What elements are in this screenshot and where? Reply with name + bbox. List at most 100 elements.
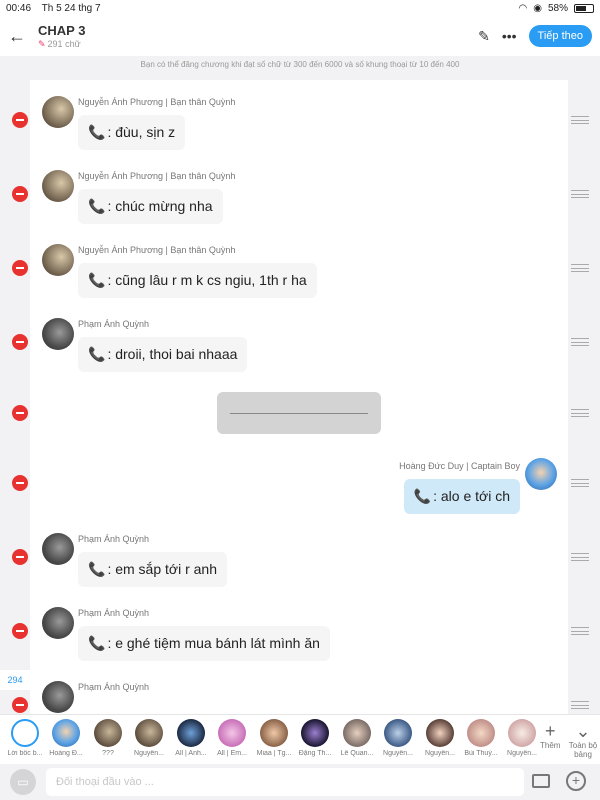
notice-text: Bạn có thể đăng chương khi đạt số chữ từ… xyxy=(140,60,460,69)
image-icon[interactable] xyxy=(532,774,550,788)
avatar xyxy=(135,719,163,747)
chapter-title: CHAP 3 xyxy=(38,22,86,38)
avatar xyxy=(343,719,371,747)
status-date: Th 5 24 thg 7 xyxy=(41,2,101,14)
drag-handle[interactable] xyxy=(571,264,589,272)
character-item[interactable]: Hoàng Đ... xyxy=(45,719,87,757)
message-bubble[interactable]: 📞: đùu, sịn z xyxy=(78,115,186,150)
character-item[interactable]: Đặng Th... xyxy=(294,719,336,757)
section-divider[interactable] xyxy=(217,392,381,434)
message-bubble[interactable]: 📞: chúc mừng nha xyxy=(78,189,223,224)
fullscreen-button[interactable]: ⌄ Toàn bộ bảng xyxy=(568,721,598,759)
message-sender: Phạm Ánh Quỳnh xyxy=(78,534,150,544)
avatar xyxy=(42,96,74,128)
avatar xyxy=(260,719,288,747)
remove-message-button[interactable] xyxy=(12,186,28,202)
character-item[interactable]: Nguyễn... xyxy=(377,719,419,757)
avatar xyxy=(177,719,205,747)
remove-message-button[interactable] xyxy=(12,260,28,276)
drag-handle[interactable] xyxy=(571,190,589,198)
avatar xyxy=(42,607,74,639)
avatar xyxy=(384,719,412,747)
message-sender: Nguyễn Ánh Phương | Bạn thân Quỳnh xyxy=(78,97,236,107)
avatar xyxy=(42,318,74,350)
avatar xyxy=(52,719,80,747)
character-item[interactable]: All | Anh... xyxy=(170,719,212,757)
pencil-icon: ✎ xyxy=(38,38,46,49)
battery-icon xyxy=(574,3,594,13)
remove-message-button[interactable] xyxy=(12,405,28,421)
drag-handle[interactable] xyxy=(571,409,589,417)
remove-message-button[interactable] xyxy=(12,623,28,639)
phone-icon: 📞 xyxy=(88,635,106,651)
character-item[interactable]: Nguyễn... xyxy=(501,719,543,757)
phone-icon: 📞 xyxy=(88,346,106,362)
character-item[interactable]: Miaa | Tg... xyxy=(253,719,295,757)
message-bubble[interactable]: 📞: alo e tới ch xyxy=(403,479,520,514)
battery-percent: 58% xyxy=(547,2,568,14)
avatar xyxy=(467,719,495,747)
message-sender: Hoàng Đức Duy | Captain Boy xyxy=(399,461,520,471)
next-button[interactable]: Tiếp theo xyxy=(528,25,592,47)
avatar xyxy=(42,170,74,202)
avatar xyxy=(301,719,329,747)
lock-rotation-icon: ◉ xyxy=(533,2,542,14)
character-item[interactable]: Nguyễn... xyxy=(128,719,170,757)
avatar xyxy=(218,719,246,747)
drag-handle[interactable] xyxy=(571,479,589,487)
back-arrow-icon[interactable]: ← xyxy=(8,26,34,47)
avatar xyxy=(426,719,454,747)
remove-message-button[interactable] xyxy=(12,549,28,565)
phone-icon: 📞 xyxy=(88,561,106,577)
character-item[interactable]: ??? xyxy=(87,719,129,757)
message-input[interactable] xyxy=(46,768,524,796)
phone-icon: 📞 xyxy=(88,124,106,140)
drag-handle[interactable] xyxy=(571,627,589,635)
character-strip: Lời bốc b... Hoàng Đ... ??? Nguyễn... Al… xyxy=(0,714,600,764)
message-bubble[interactable]: 📞: em sắp tới r anh xyxy=(78,552,227,587)
avatar xyxy=(42,533,74,565)
phone-icon: 📞 xyxy=(413,488,432,504)
add-circle-icon[interactable]: + xyxy=(566,771,586,791)
avatar xyxy=(508,719,536,747)
remove-message-button[interactable] xyxy=(12,475,28,491)
character-item[interactable]: Lời bốc b... xyxy=(4,719,46,757)
drag-handle[interactable] xyxy=(571,116,589,124)
avatar xyxy=(525,458,557,490)
message-sender: Phạm Ánh Quỳnh xyxy=(78,682,150,692)
avatar xyxy=(42,681,74,713)
message-bubble[interactable]: 📞: cũng lâu r m k cs ngiu, 1th r ha xyxy=(78,263,317,298)
status-bar: 00:46 Th 5 24 thg 7 ◠ ◉ 58% xyxy=(0,0,600,16)
message-sender: Phạm Ánh Quỳnh xyxy=(78,319,150,329)
remove-message-button[interactable] xyxy=(12,697,28,713)
remove-message-button[interactable] xyxy=(12,112,28,128)
message-bubble[interactable]: 📞: droii, thoi bai nhaaa xyxy=(78,337,248,372)
remove-message-button[interactable] xyxy=(12,334,28,350)
character-item[interactable]: Bùi Thuỳ... xyxy=(460,719,502,757)
add-character-button[interactable]: + Thêm xyxy=(540,721,560,750)
character-item[interactable]: All | Em... xyxy=(211,719,253,757)
chat-bubble-icon[interactable]: ▭ xyxy=(10,769,36,795)
character-item[interactable]: Lê Quan... xyxy=(336,719,378,757)
edit-icon[interactable]: ✎ xyxy=(478,28,490,45)
phone-icon: 📞 xyxy=(88,198,106,214)
avatar xyxy=(42,244,74,276)
drag-handle[interactable] xyxy=(571,701,589,709)
message-bubble[interactable]: 📞: e ghé tiệm mua bánh lát mình ăn xyxy=(78,626,330,661)
more-icon[interactable]: ••• xyxy=(502,28,517,44)
message-sender: Nguyễn Ánh Phương | Bạn thân Quỳnh xyxy=(78,245,236,255)
status-time: 00:46 xyxy=(6,2,32,14)
avatar xyxy=(11,719,39,747)
phone-icon: 📞 xyxy=(88,272,106,288)
word-count: 291 chữ xyxy=(47,38,81,49)
message-sender: Phạm Ánh Quỳnh xyxy=(78,608,150,618)
avatar xyxy=(94,719,122,747)
drag-handle[interactable] xyxy=(571,338,589,346)
wifi-icon: ◠ xyxy=(518,2,528,14)
plus-icon: + xyxy=(544,721,556,741)
dialog-count: 294 xyxy=(0,670,30,690)
character-item[interactable]: Nguyễn... xyxy=(419,719,461,757)
drag-handle[interactable] xyxy=(571,553,589,561)
input-bar: ▭ + xyxy=(0,764,600,800)
message-sender: Nguyễn Ánh Phương | Bạn thân Quỳnh xyxy=(78,171,236,181)
